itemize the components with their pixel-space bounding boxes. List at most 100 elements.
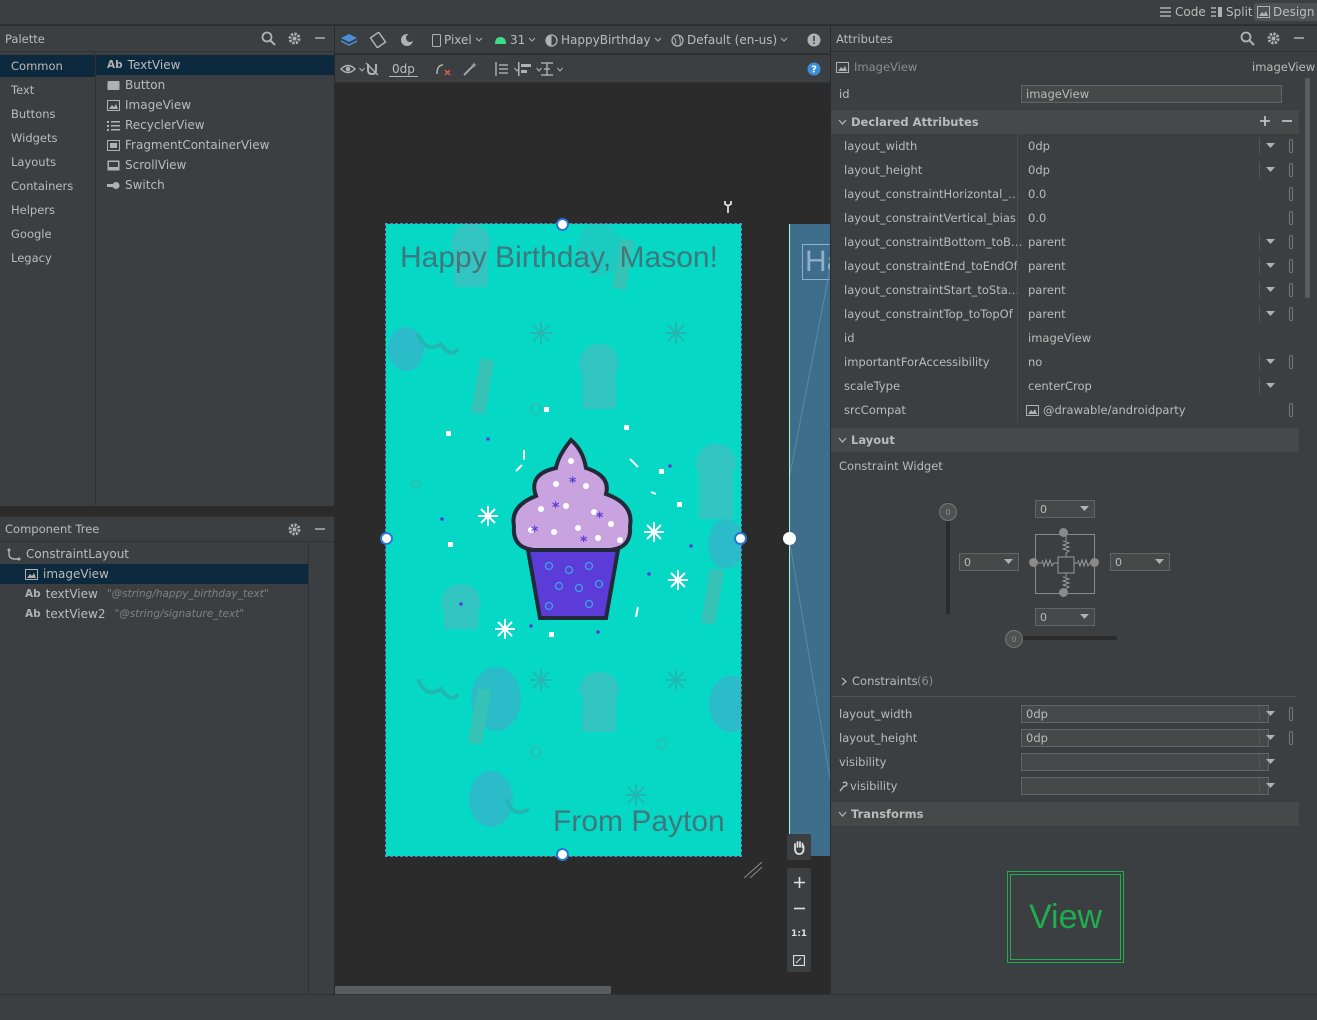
resize-handle-icon[interactable] xyxy=(742,860,764,880)
bottom-anchor[interactable] xyxy=(1059,588,1068,597)
attribute-dropdown-button[interactable] xyxy=(1259,778,1281,794)
gear-icon[interactable] xyxy=(287,31,302,46)
minimize-icon[interactable] xyxy=(313,522,327,536)
default-margin-button[interactable]: 0dp xyxy=(389,60,418,78)
attribute-value[interactable]: parent xyxy=(1028,307,1066,321)
attribute-dropdown-button[interactable] xyxy=(1259,706,1281,722)
minimize-icon[interactable] xyxy=(1292,31,1306,45)
attribute-resource-picker[interactable] xyxy=(1289,187,1293,201)
blueprint-handle[interactable] xyxy=(783,532,796,545)
locale-dropdown[interactable]: Default (en-us) xyxy=(671,31,788,49)
id-input[interactable]: imageView xyxy=(1021,85,1282,103)
attribute-dropdown-button[interactable] xyxy=(1259,730,1281,746)
attribute-value[interactable]: 0.0 xyxy=(1028,211,1046,225)
declared-attribute-row[interactable]: importantForAccessibility no xyxy=(831,350,1301,374)
category-google[interactable]: Google xyxy=(0,223,95,245)
palette-item-switch[interactable]: Switch xyxy=(96,175,334,195)
category-layouts[interactable]: Layouts xyxy=(0,151,95,173)
api-dropdown[interactable]: 31 xyxy=(494,31,536,49)
right-margin-dropdown[interactable]: 0 xyxy=(1110,553,1170,571)
split-view-button[interactable]: Split xyxy=(1207,3,1256,21)
clear-constraints-button[interactable] xyxy=(435,60,451,78)
attribute-value[interactable]: 0dp xyxy=(1028,139,1050,153)
tree-row-imageview[interactable]: imageView xyxy=(0,564,308,584)
attribute-resource-picker[interactable] xyxy=(1289,731,1293,745)
category-legacy[interactable]: Legacy xyxy=(0,247,95,269)
attribute-value-field[interactable] xyxy=(1021,753,1269,771)
attribute-resource-picker[interactable] xyxy=(1289,403,1293,417)
attributes-scrollbar[interactable] xyxy=(1305,78,1310,298)
zoom-fit-button[interactable] xyxy=(787,948,811,972)
attribute-dropdown-button[interactable] xyxy=(1259,306,1281,322)
horizontal-bias-slider[interactable]: 0 xyxy=(1005,630,1023,648)
top-margin-dropdown[interactable]: 0 xyxy=(1035,500,1095,518)
declared-attribute-row[interactable]: layout_constraintVertical_bias 0.0 xyxy=(831,206,1301,230)
palette-item-textview[interactable]: Ab TextView xyxy=(96,55,334,75)
declared-attributes-section[interactable]: Declared Attributes xyxy=(831,110,1299,134)
search-icon[interactable] xyxy=(1240,31,1255,46)
warning-button[interactable] xyxy=(807,31,821,49)
layers-button[interactable] xyxy=(340,31,358,49)
declared-attribute-row[interactable]: layout_height 0dp xyxy=(831,158,1301,182)
pan-button[interactable] xyxy=(787,834,811,860)
layout-attribute-row[interactable]: visibility xyxy=(831,750,1301,774)
horizontal-scrollbar[interactable] xyxy=(335,986,611,994)
attribute-value[interactable]: @drawable/androidparty xyxy=(1043,403,1186,417)
align-button[interactable] xyxy=(517,60,542,78)
night-mode-button[interactable] xyxy=(399,31,417,49)
theme-dropdown[interactable]: HappyBirthday xyxy=(545,31,662,49)
attribute-resource-picker[interactable] xyxy=(1289,307,1293,321)
code-view-button[interactable]: Code xyxy=(1156,3,1209,21)
palette-item-fragmentcontainerview[interactable]: FragmentContainerView xyxy=(96,135,334,155)
attribute-resource-picker[interactable] xyxy=(1289,235,1293,249)
top-anchor[interactable] xyxy=(1059,528,1068,537)
happy-birthday-text[interactable]: Happy Birthday, Mason! xyxy=(400,241,718,275)
layout-attribute-row[interactable]: layout_width 0dp xyxy=(831,702,1301,726)
attribute-dropdown-button[interactable] xyxy=(1259,258,1281,274)
attribute-value-field[interactable]: 0dp xyxy=(1021,729,1269,747)
attribute-dropdown-button[interactable] xyxy=(1259,234,1281,250)
left-margin-dropdown[interactable]: 0 xyxy=(959,553,1019,571)
category-common[interactable]: Common xyxy=(0,55,95,77)
attribute-resource-picker[interactable] xyxy=(1289,355,1293,369)
category-text[interactable]: Text xyxy=(0,79,95,101)
palette-item-scrollview[interactable]: ScrollView xyxy=(96,155,334,175)
category-containers[interactable]: Containers xyxy=(0,175,95,197)
gear-icon[interactable] xyxy=(1266,31,1281,46)
declared-attribute-row[interactable]: layout_constraintHorizontal_bias 0.0 xyxy=(831,182,1301,206)
wrench-icon[interactable] xyxy=(722,200,734,214)
attribute-dropdown-button[interactable] xyxy=(1259,162,1281,178)
constraints-row[interactable]: Constraints (6) xyxy=(831,669,1301,693)
category-helpers[interactable]: Helpers xyxy=(0,199,95,221)
left-anchor[interactable] xyxy=(1029,558,1038,567)
search-icon[interactable] xyxy=(261,31,276,46)
attribute-dropdown-button[interactable] xyxy=(1259,354,1281,370)
remove-attribute-icon[interactable] xyxy=(1281,115,1293,127)
top-constraint-handle[interactable] xyxy=(556,218,569,231)
palette-item-imageview[interactable]: ImageView xyxy=(96,95,334,115)
right-anchor[interactable] xyxy=(1090,558,1099,567)
attribute-value[interactable]: 0.0 xyxy=(1028,187,1046,201)
palette-item-button[interactable]: Button xyxy=(96,75,334,95)
attribute-value-field[interactable]: 0dp xyxy=(1021,705,1269,723)
transforms-section[interactable]: Transforms xyxy=(831,802,1299,826)
bottom-constraint-handle[interactable] xyxy=(556,848,569,861)
design-view-button[interactable]: Design xyxy=(1254,3,1317,21)
attribute-value-field[interactable] xyxy=(1021,777,1269,795)
guidelines-button[interactable] xyxy=(493,60,520,78)
attribute-dropdown-button[interactable] xyxy=(1259,282,1281,298)
attribute-value[interactable]: parent xyxy=(1028,235,1066,249)
right-constraint-handle[interactable] xyxy=(734,532,747,545)
gear-icon[interactable] xyxy=(287,522,302,537)
add-attribute-icon[interactable] xyxy=(1259,115,1271,127)
attribute-value[interactable]: 0dp xyxy=(1028,163,1050,177)
attribute-dropdown-button[interactable] xyxy=(1259,378,1281,394)
zoom-actual-button[interactable]: 1:1 xyxy=(787,922,811,946)
attribute-value[interactable]: centerCrop xyxy=(1028,379,1092,393)
attribute-value[interactable]: parent xyxy=(1028,283,1066,297)
device-dropdown[interactable]: Pixel xyxy=(432,31,483,49)
layout-section[interactable]: Layout xyxy=(831,428,1299,452)
palette-item-recyclerview[interactable]: RecyclerView xyxy=(96,115,334,135)
zoom-in-button[interactable] xyxy=(787,870,811,894)
attribute-dropdown-button[interactable] xyxy=(1259,754,1281,770)
